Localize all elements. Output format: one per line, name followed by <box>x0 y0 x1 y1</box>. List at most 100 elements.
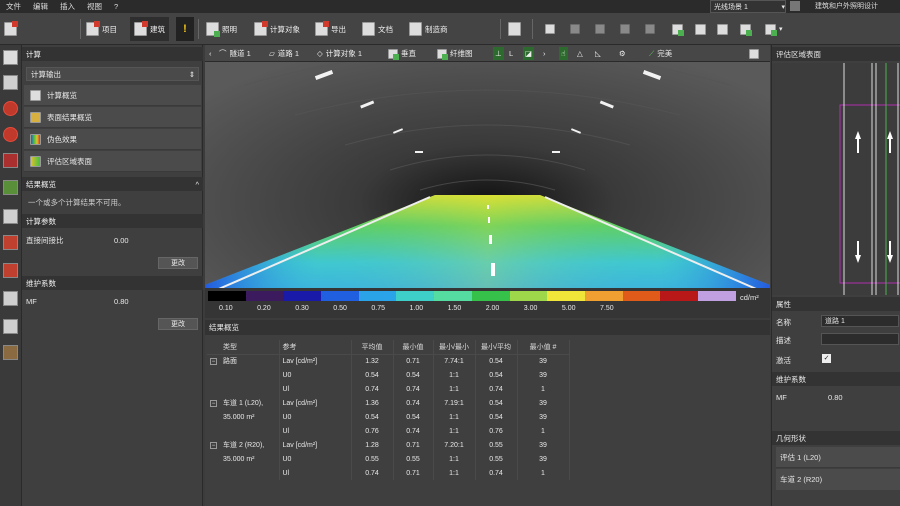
redo-all-button[interactable] <box>595 17 605 41</box>
collapse-icon[interactable]: − <box>210 358 217 366</box>
settings-tool-button[interactable]: ⚙ <box>619 47 626 60</box>
tab-calc-object[interactable]: ◇ 计算对象 1 <box>317 47 362 60</box>
table-cell: 0.54 <box>351 410 394 424</box>
table-cell: U0 <box>279 410 352 424</box>
view-tool-4[interactable] <box>740 17 752 41</box>
active-checkbox[interactable]: ✓ <box>822 354 831 363</box>
measure-tool-button[interactable]: △ <box>577 47 583 60</box>
table-tool-icon[interactable] <box>3 75 18 90</box>
axis-y-button[interactable]: L <box>509 47 513 60</box>
select-tool-button[interactable]: ☝ <box>559 47 568 60</box>
project-button[interactable]: 项目 <box>86 17 117 41</box>
results-header[interactable]: 结果概览 ^ <box>22 177 203 191</box>
view-more-button[interactable]: › <box>543 47 546 60</box>
nav-calc-overview[interactable]: 计算概览 <box>24 85 201 106</box>
view-tool-1[interactable] <box>672 17 684 41</box>
name-field[interactable]: 道路 1 <box>821 315 899 327</box>
redo-button[interactable] <box>570 17 580 41</box>
file-tool-icon[interactable] <box>3 291 18 306</box>
warning-button[interactable]: ! <box>176 17 194 41</box>
lights-button[interactable]: 照明 <box>206 17 237 41</box>
table-row[interactable]: Ul 0.74 0.71 1:1 0.74 1 <box>207 466 570 480</box>
eval-area-preview[interactable] <box>772 63 900 295</box>
tunnel-3d-view[interactable] <box>204 45 771 318</box>
chart-tool-icon[interactable] <box>3 235 18 250</box>
table-cell: 0.54 <box>393 410 434 424</box>
view-options-button[interactable] <box>749 47 759 60</box>
copy-button[interactable] <box>620 17 630 41</box>
calc-output-dropdown[interactable]: 计算输出 ⇕ <box>26 67 199 81</box>
export-button[interactable]: 导出 <box>315 17 346 41</box>
export-icon <box>315 21 329 36</box>
axis-z-button[interactable]: ◪ <box>523 47 535 60</box>
vertical-icon <box>388 48 399 60</box>
table-row[interactable]: Ul 0.76 0.74 1:1 0.76 1 <box>207 424 570 438</box>
table-row[interactable]: − 车道 1 (L20), Lav [cd/m²] 1.36 0.74 7.19:1 0.5… <box>207 396 570 410</box>
view-tool-3-icon <box>717 23 728 35</box>
fiber-button[interactable]: 纤维图 <box>437 47 473 60</box>
grid-tool-icon[interactable] <box>3 180 18 195</box>
undo-button[interactable] <box>545 17 555 41</box>
menu-insert[interactable]: 插入 <box>54 1 81 12</box>
axis-z-icon: ◪ <box>525 49 533 58</box>
table-row[interactable]: U0 0.54 0.54 1:1 0.54 39 <box>207 368 570 382</box>
geometry-header: 几何形状 <box>772 431 900 445</box>
perfect-button[interactable]: ⟋ 完美 <box>649 47 672 60</box>
nav-surface-results[interactable]: 表面结果概览 <box>24 107 201 128</box>
table-cell: 0.74 <box>475 382 518 396</box>
scene-tool-button[interactable] <box>508 17 521 41</box>
nav-eval-surface[interactable]: 评估区域表面 <box>24 151 201 172</box>
active-label: 激活 <box>776 356 791 365</box>
nav-false-color[interactable]: 伪色效果 <box>24 129 201 150</box>
table-row[interactable]: − 车道 2 (R20), Lav [cd/m²] 1.28 0.71 7.20:1 0.5… <box>207 438 570 452</box>
view-tool-3[interactable] <box>717 17 728 41</box>
table-cell: 1:1 <box>433 424 476 438</box>
view-tool-5[interactable]: ▾ <box>765 17 783 41</box>
building-button[interactable]: 建筑 <box>130 17 169 41</box>
menu-edit[interactable]: 编辑 <box>27 1 54 12</box>
lock-icon[interactable] <box>790 1 800 11</box>
maint-header: 维护系数 <box>22 276 203 290</box>
tab-road[interactable]: ▱ 道路 1 <box>269 47 299 60</box>
menu-file[interactable]: 文件 <box>0 1 27 12</box>
tab-tunnel[interactable]: ⌒ 隧道 1 <box>219 47 251 60</box>
table-row[interactable]: 35.000 m² U0 0.55 0.55 1:1 0.55 39 <box>207 452 570 466</box>
geometry-item-1[interactable]: 评估 1 (L20) <box>776 447 900 468</box>
view-tool-2[interactable] <box>695 17 706 41</box>
right-maint-header: 维护系数 <box>772 372 900 386</box>
view-left-arrow-button[interactable]: ‹ <box>209 47 212 60</box>
axis-x-button[interactable]: ⊥ <box>493 47 504 60</box>
document-tool-icon[interactable] <box>3 209 18 224</box>
arrow-tool-icon[interactable] <box>3 50 18 65</box>
list-tool-icon[interactable] <box>3 319 18 334</box>
options-icon <box>749 48 759 59</box>
menu-view[interactable]: 视图 <box>81 1 108 12</box>
scene-tool-icon <box>508 22 521 36</box>
target-tool-icon[interactable] <box>3 101 18 116</box>
manufacturer-button[interactable]: 制造商 <box>409 17 448 41</box>
vertical-button[interactable]: 垂直 <box>388 47 416 60</box>
description-field[interactable] <box>821 333 899 345</box>
documents-button[interactable]: 文档 <box>362 17 393 41</box>
update-button-1[interactable]: 更改 <box>158 257 198 269</box>
grid-color-tool-icon[interactable] <box>3 345 18 360</box>
scene-dropdown[interactable]: 光线场景 1 ▾ <box>710 0 786 13</box>
logo-button[interactable] <box>4 17 18 41</box>
table-row[interactable]: Ul 0.74 0.74 1:1 0.74 1 <box>207 382 570 396</box>
menu-help[interactable]: ? <box>108 2 124 11</box>
report-tool-icon[interactable] <box>3 263 18 278</box>
paste-button[interactable] <box>645 17 655 41</box>
results-message: 一个或多个计算结果不可用。 <box>28 198 126 207</box>
update-button-2[interactable]: 更改 <box>158 318 198 330</box>
params-header: 计算参数 <box>22 214 203 228</box>
collapse-icon[interactable]: − <box>210 400 217 407</box>
pin-tool-icon[interactable] <box>3 153 18 168</box>
table-row[interactable]: − 路面 Lav [cd/m²] 1.32 0.71 7.74:1 0.54 39 <box>207 354 570 368</box>
ruler-tool-button[interactable]: ◺ <box>595 47 601 60</box>
color-tool-icon[interactable] <box>3 127 18 142</box>
table-row[interactable]: 35.000 m² U0 0.54 0.54 1:1 0.54 39 <box>207 410 570 424</box>
geometry-item-2[interactable]: 车道 2 (R20) <box>776 469 900 490</box>
collapse-icon[interactable]: − <box>210 442 217 449</box>
building-icon <box>134 21 148 36</box>
calc-objects-button[interactable]: 计算对象 <box>254 17 300 41</box>
